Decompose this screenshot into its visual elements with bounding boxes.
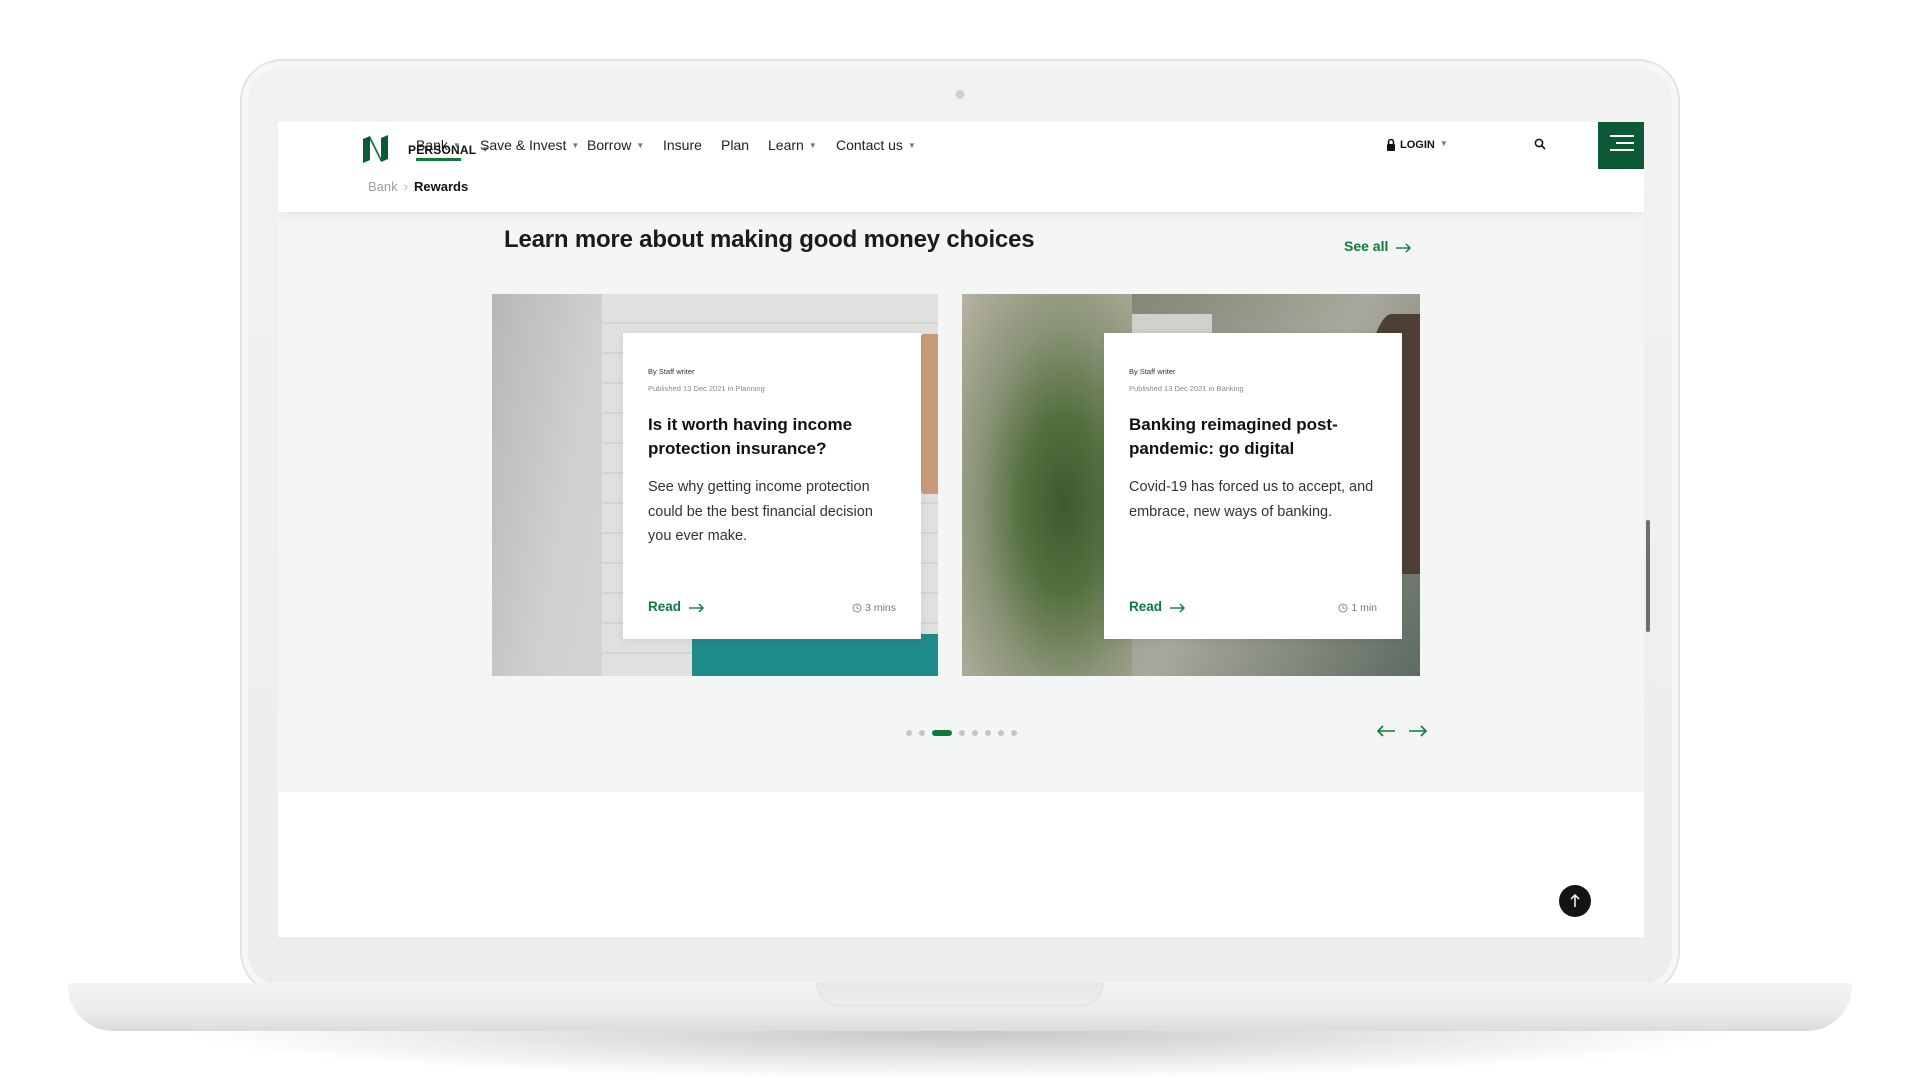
menu-button[interactable]: [1598, 122, 1644, 169]
back-to-top-button[interactable]: [1559, 885, 1591, 917]
article-description: Covid-19 has forced us to accept, and em…: [1129, 479, 1374, 520]
search-icon[interactable]: [1534, 138, 1546, 150]
nav-label: Save & Invest: [480, 137, 567, 153]
laptop-mockup: PERSONAL ▼ Bank ▼ Save & Invest ▼ Borrow ▼ I…: [0, 0, 1920, 1080]
carousel-dot[interactable]: [906, 730, 912, 736]
read-time: 3 mins: [852, 602, 896, 614]
breadcrumb: Bank › Rewards: [368, 179, 468, 194]
carousel-dot[interactable]: [998, 730, 1004, 736]
article-description: See why getting income protection could …: [648, 479, 873, 544]
article-title: Banking reimagined post-pandemic: go dig…: [1129, 415, 1338, 458]
article-card[interactable]: By Staff writer Published 13 Dec 2021 in…: [1104, 333, 1402, 639]
login-button[interactable]: LOGIN ▼: [1386, 138, 1448, 151]
breadcrumb-bank[interactable]: Bank: [368, 179, 398, 194]
read-time-label: 1 min: [1351, 602, 1377, 614]
arrow-up-icon: [1570, 893, 1580, 907]
nav-label: Insure: [663, 137, 702, 153]
nav-label: Bank: [416, 137, 448, 153]
nav-contact-us[interactable]: Contact us ▼: [836, 137, 916, 153]
menu-icon: [1610, 135, 1634, 137]
chevron-down-icon: ▼: [808, 141, 817, 150]
read-link[interactable]: Read: [648, 599, 705, 614]
scrollbar[interactable]: [1646, 520, 1650, 632]
article-published: Published 13 Dec 2021 in Planning: [648, 384, 765, 393]
nav-save-invest[interactable]: Save & Invest ▼: [480, 137, 579, 153]
clock-icon: [1338, 603, 1348, 613]
article-byline: By Staff writer: [1129, 367, 1176, 376]
see-all-label: See all: [1344, 238, 1389, 254]
nav-plan[interactable]: Plan: [721, 137, 749, 153]
read-time-label: 3 mins: [865, 602, 896, 614]
carousel-dot[interactable]: [959, 730, 965, 736]
menu-icon: [1610, 149, 1634, 151]
article-byline: By Staff writer: [648, 367, 695, 376]
nav-label: Borrow: [587, 137, 632, 153]
arrow-left-icon[interactable]: [1376, 724, 1396, 738]
nav-label: Plan: [721, 137, 750, 153]
chevron-down-icon: ▼: [571, 141, 580, 150]
arrow-right-icon: [1170, 603, 1186, 613]
logo-icon[interactable]: [360, 134, 390, 164]
carousel-dot[interactable]: [972, 730, 978, 736]
nav-label: Learn: [768, 137, 804, 153]
read-time: 1 min: [1338, 602, 1377, 614]
chevron-down-icon: ▼: [1439, 139, 1448, 148]
section-title: Learn more about making good money choic…: [504, 226, 1035, 253]
nav-bank[interactable]: Bank ▼: [416, 137, 461, 161]
carousel-dot[interactable]: [919, 730, 925, 736]
laptop-shadow: [180, 1028, 1740, 1080]
menu-icon: [1616, 142, 1634, 144]
read-link[interactable]: Read: [1129, 599, 1186, 614]
chevron-down-icon: ▼: [636, 141, 645, 150]
arrow-right-icon[interactable]: [1408, 724, 1428, 738]
laptop-camera: [955, 90, 965, 99]
nav-insure[interactable]: Insure: [663, 137, 702, 153]
learn-section: Learn more about making good money choic…: [278, 212, 1644, 792]
chevron-down-icon: ▼: [452, 141, 461, 150]
login-label: LOGIN: [1400, 139, 1435, 151]
see-all-link[interactable]: See all: [1344, 238, 1412, 254]
carousel-dot[interactable]: [1011, 730, 1017, 736]
carousel-dot[interactable]: [985, 730, 991, 736]
nav-label: Contact us: [836, 137, 903, 153]
nav-borrow[interactable]: Borrow ▼: [587, 137, 644, 153]
laptop-notch: [816, 983, 1104, 1007]
read-label: Read: [1129, 599, 1163, 614]
arrow-right-icon: [1396, 243, 1412, 253]
chevron-down-icon: ▼: [907, 141, 916, 150]
nav-learn[interactable]: Learn ▼: [768, 137, 817, 153]
carousel-dot-active[interactable]: [932, 730, 952, 736]
lock-icon: [1387, 138, 1395, 151]
breadcrumb-current: Rewards: [413, 179, 469, 194]
article-title: Is it worth having income protection ins…: [648, 415, 853, 458]
chevron-right-icon: ›: [403, 179, 408, 194]
arrow-right-icon: [689, 603, 705, 613]
browser-viewport: PERSONAL ▼ Bank ▼ Save & Invest ▼ Borrow ▼ I…: [278, 122, 1644, 937]
clock-icon: [852, 603, 862, 613]
site-header: PERSONAL ▼ Bank ▼ Save & Invest ▼ Borrow ▼ I…: [278, 122, 1644, 212]
article-published: Published 13 Dec 2021 in Banking: [1129, 384, 1244, 393]
article-card[interactable]: By Staff writer Published 13 Dec 2021 in…: [623, 333, 921, 639]
read-label: Read: [648, 599, 682, 614]
